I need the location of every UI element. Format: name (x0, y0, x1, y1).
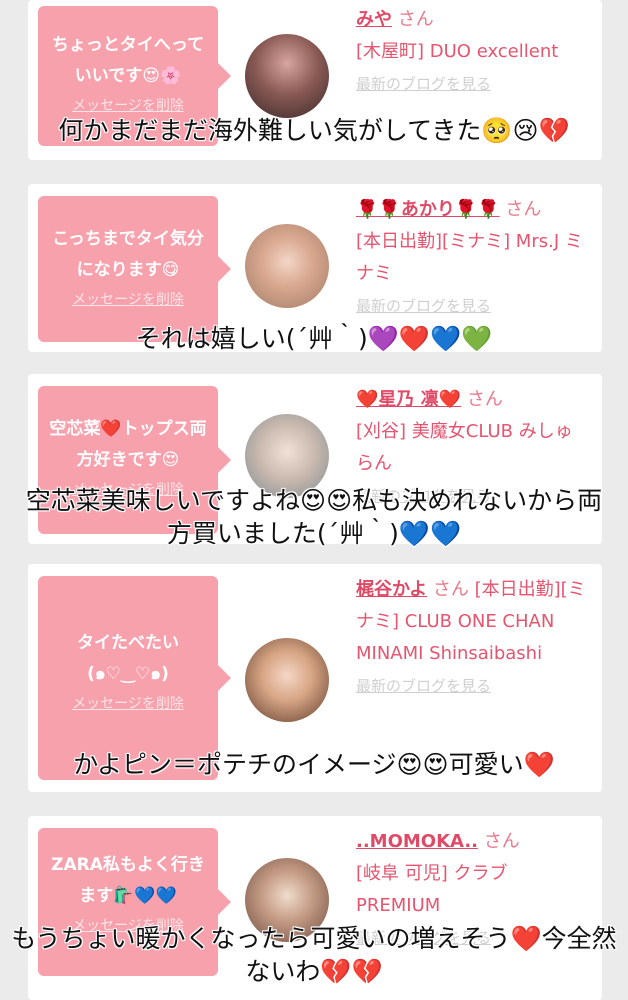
sender-name-link[interactable]: ❤️星乃 凛❤️ (356, 389, 461, 410)
sender-info: 🌹🌹あかり🌹🌹 さん [本日出勤][ミナミ] Mrs.J ミナミ 最新のブログを… (356, 194, 588, 322)
sender-info: 梶谷かよ さん [本日出勤][ミナミ] CLUB ONE CHAN MINAMI… (356, 574, 588, 702)
sender-name-link[interactable]: 梶谷かよ (356, 579, 427, 600)
reply-comment: 空芯菜美味しいですよね😍😍私も決めれないから両方買いました(´艸｀)💙💙 (25, 486, 603, 548)
honorific: さん (483, 831, 520, 852)
sender-name-link[interactable]: みや (356, 9, 392, 30)
delete-message-link[interactable]: メッセージを削除 (46, 290, 210, 310)
message-text: 空芯菜❤️トップス両方好きです😍 (49, 419, 207, 470)
avatar[interactable] (245, 638, 329, 722)
reply-comment: それは嬉しい(´艸｀)💜❤️💙💚 (135, 324, 493, 353)
sender-info: みや さん [木屋町] DUO excellent 最新のブログを見る (356, 4, 588, 100)
message-text: こっちまでタイ気分になります😋 (52, 229, 204, 280)
reply-comment: もうちょい暖かくなったら可愛いの増えそう❤️今全然ないわ💔💔 (11, 924, 617, 986)
message-text: ZARA私もよく行きます🛍️💙💙 (51, 855, 205, 906)
latest-blog-link[interactable]: 最新のブログを見る (356, 75, 491, 93)
sender-name-link[interactable]: 🌹🌹あかり🌹🌹 (356, 199, 500, 220)
shop-name: [本日出勤][ミナミ] Mrs.J ミナミ (356, 231, 583, 284)
reply-comment: かよピン＝ポテチのイメージ😍😍可愛い❤️ (73, 750, 555, 779)
shop-name: [木屋町] DUO excellent (356, 41, 559, 62)
honorific: さん (432, 579, 469, 600)
shop-name: [岐阜 可児] クラブ PREMIUM (356, 863, 508, 916)
delete-message-link[interactable]: メッセージを削除 (46, 96, 210, 116)
latest-blog-link[interactable]: 最新のブログを見る (356, 677, 491, 695)
sender-name-link[interactable]: ..MOMOKA.. (356, 831, 478, 852)
message-text: ちょっとタイへっていいです😍🌸 (51, 35, 205, 86)
shop-name: [刈谷] 美魔女CLUB みしゅらん (356, 421, 573, 474)
delete-message-link[interactable]: メッセージを削除 (46, 694, 210, 714)
honorific: さん (505, 199, 542, 220)
message-bubble: こっちまでタイ気分になります😋 メッセージを削除 (38, 196, 231, 342)
honorific: さん (466, 389, 503, 410)
honorific: さん (397, 9, 434, 30)
avatar[interactable] (245, 34, 329, 118)
avatar[interactable] (245, 224, 329, 308)
latest-blog-link[interactable]: 最新のブログを見る (356, 297, 491, 315)
message-text: タイたべたい(๑♡‿♡๑) (77, 633, 179, 684)
reply-comment: 何かまだまだ海外難しい気がしてきた🥺😢💔 (58, 116, 570, 145)
